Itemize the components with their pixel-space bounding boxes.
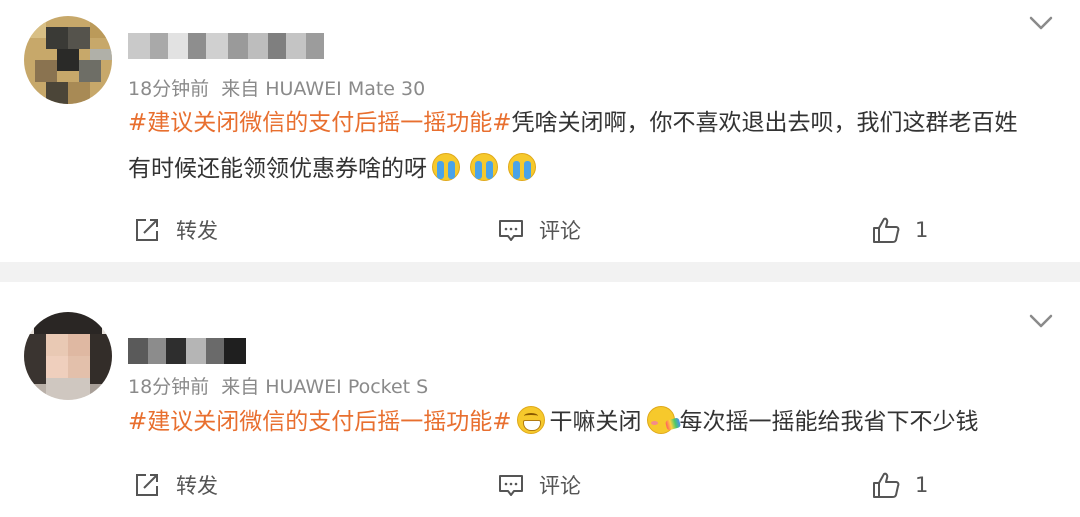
comment-card: 18分钟前 来自 HUAWEI Pocket S #建议关闭微信的支付后摇一摇功能… — [0, 282, 1080, 517]
like-count: 1 — [915, 218, 929, 242]
post-text: #建议关闭微信的支付后摇一摇功能# 干嘛关闭 每次摇一摇能给我省下不少钱 — [128, 399, 1058, 445]
like-count: 1 — [915, 473, 929, 497]
username-blurred[interactable] — [128, 33, 324, 59]
comment-button[interactable]: 评论 — [497, 210, 581, 250]
repost-label: 转发 — [176, 219, 218, 243]
like-button[interactable]: 1 — [871, 210, 928, 250]
post-text: #建议关闭微信的支付后摇一摇功能#凭啥关闭啊，你不喜欢退出去呗，我们这群老百姓 … — [128, 100, 1058, 192]
topic-link[interactable]: #建议关闭微信的支付后摇一摇功能# — [128, 110, 512, 136]
share-icon — [136, 219, 158, 241]
comment-label: 评论 — [539, 219, 581, 243]
action-bar: 转发 评论 1 — [0, 465, 1080, 505]
username-blurred[interactable] — [128, 338, 246, 364]
like-button[interactable]: 1 — [871, 465, 928, 505]
post-text-part2: 每次摇一摇能给我省下不少钱 — [679, 409, 979, 435]
avatar[interactable] — [24, 16, 112, 104]
post-time: 18分钟前 — [128, 78, 210, 100]
post-text-line2: 有时候还能领领优惠券啥的呀 — [128, 156, 427, 182]
crying-face-icon — [432, 153, 460, 181]
thumbs-up-icon — [873, 217, 900, 243]
post-text-line1: 凭啥关闭啊，你不喜欢退出去呗，我们这群老百姓 — [511, 110, 1018, 136]
repost-button[interactable]: 转发 — [132, 210, 218, 250]
comment-icon — [499, 220, 523, 241]
comment-button[interactable]: 评论 — [497, 465, 581, 505]
post-source: 来自 HUAWEI Pocket S — [221, 376, 429, 398]
comment-label: 评论 — [539, 474, 581, 498]
repost-label: 转发 — [176, 474, 218, 498]
chevron-down-icon[interactable] — [1028, 308, 1054, 334]
comment-card: 18分钟前 来自 HUAWEI Mate 30 #建议关闭微信的支付后摇一摇功能#… — [0, 0, 1080, 262]
action-bar: 转发 评论 1 — [0, 210, 1080, 250]
topic-link[interactable]: #建议关闭微信的支付后摇一摇功能# — [128, 409, 512, 435]
share-icon — [136, 474, 158, 496]
chevron-down-icon[interactable] — [1028, 10, 1054, 36]
crying-face-icon — [470, 153, 498, 181]
avatar[interactable] — [24, 312, 112, 400]
crying-face-icon — [508, 153, 536, 181]
repost-button[interactable]: 转发 — [132, 465, 218, 505]
post-text-part1: 干嘛关闭 — [549, 409, 642, 435]
party-face-icon — [646, 406, 675, 434]
post-source: 来自 HUAWEI Mate 30 — [221, 78, 426, 100]
post-time: 18分钟前 — [128, 376, 210, 398]
post-meta: 18分钟前 来自 HUAWEI Mate 30 — [128, 74, 425, 101]
divider — [0, 262, 1080, 282]
post-meta: 18分钟前 来自 HUAWEI Pocket S — [128, 372, 428, 399]
thumbs-up-icon — [873, 472, 900, 498]
grinning-face-icon — [516, 406, 545, 434]
comment-icon — [499, 475, 523, 496]
